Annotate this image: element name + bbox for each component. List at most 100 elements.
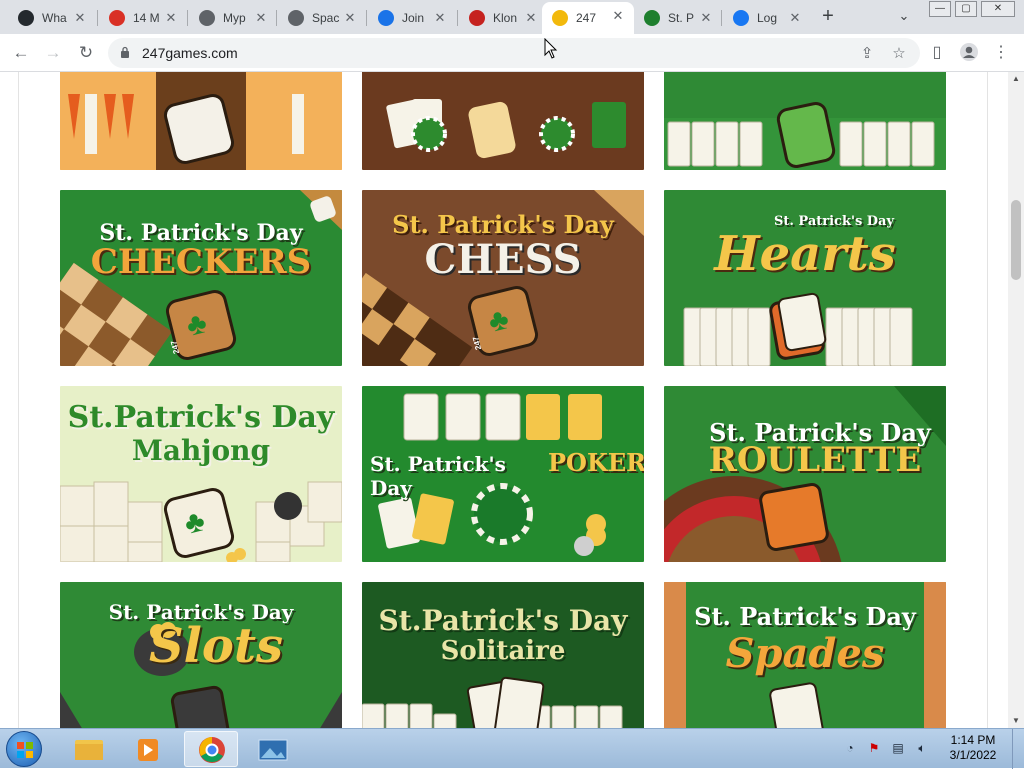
chrome-taskbar-button[interactable] bbox=[184, 731, 238, 767]
side-panel-icon[interactable]: ▯ bbox=[926, 42, 948, 64]
page-scrollbar[interactable]: ▲ ▼ bbox=[1008, 72, 1024, 728]
scroll-up-arrow-icon[interactable]: ▲ bbox=[1008, 72, 1024, 86]
scroll-down-arrow-icon[interactable]: ▼ bbox=[1008, 714, 1024, 728]
windows-logo-icon bbox=[17, 742, 33, 758]
explorer-taskbar-button[interactable] bbox=[62, 731, 116, 767]
media-player-icon bbox=[138, 739, 158, 761]
game-title-line2: Mahjong bbox=[131, 434, 271, 467]
game-tile-mahjong[interactable]: St.Patrick's Day Mahjong ♣ bbox=[60, 386, 342, 562]
start-button[interactable] bbox=[6, 731, 42, 767]
github-icon bbox=[18, 10, 34, 26]
image-viewer-taskbar-button[interactable] bbox=[246, 731, 300, 767]
game-tile-slots[interactable]: St. Patrick's Day Slots bbox=[60, 582, 342, 728]
bookmark-star-icon[interactable]: ☆ bbox=[890, 44, 908, 62]
poker-artwork bbox=[362, 72, 644, 170]
power-icon[interactable]: ▤ bbox=[890, 741, 906, 757]
tab-close-icon[interactable]: ✕ bbox=[253, 10, 269, 26]
game-title-line1: St. Patrick's Day bbox=[392, 210, 614, 239]
tab-close-icon[interactable]: ✕ bbox=[610, 8, 626, 24]
tab-close-icon[interactable]: ✕ bbox=[432, 10, 448, 26]
game-title-line1: St.Patrick's Day bbox=[378, 604, 628, 637]
game-title-line2: ROULETTE bbox=[708, 440, 922, 480]
game-title-line1: St. Patrick's Day bbox=[694, 602, 916, 631]
tab-separator bbox=[187, 10, 188, 26]
game-tile-chess[interactable]: St. Patrick's Day CHESS ♣ 247 bbox=[362, 190, 644, 366]
game-title-line1: St. Patrick's Day bbox=[370, 452, 506, 500]
tab-close-icon[interactable]: ✕ bbox=[72, 10, 88, 26]
game-title-line2: POKER bbox=[548, 448, 644, 477]
clock-time: 1:14 PM bbox=[950, 733, 996, 747]
game-tile-solitaire[interactable]: St.Patrick's Day Solitaire bbox=[362, 582, 644, 728]
game-tile-hearts[interactable]: St. Patrick's Day Hearts bbox=[664, 190, 946, 366]
browser-tab[interactable]: 14 M ✕ bbox=[99, 4, 187, 32]
media-player-taskbar-button[interactable] bbox=[122, 731, 176, 767]
facebook-icon bbox=[733, 10, 749, 26]
tab-separator bbox=[97, 10, 98, 26]
clover-icon: ♣ bbox=[181, 504, 209, 541]
profile-avatar[interactable] bbox=[958, 42, 980, 64]
explorer-icon bbox=[75, 740, 103, 760]
mouse-cursor-icon bbox=[544, 38, 558, 59]
game-title-line2: CHECKERS bbox=[90, 242, 312, 282]
tab-close-icon[interactable]: ✕ bbox=[342, 10, 358, 26]
show-desktop-button[interactable] bbox=[1012, 729, 1024, 769]
tab-close-icon[interactable]: ✕ bbox=[787, 10, 803, 26]
clock-date: 3/1/2022 bbox=[949, 748, 997, 762]
tab-close-icon[interactable]: ✕ bbox=[523, 10, 539, 26]
browser-tab[interactable]: Join ✕ bbox=[368, 4, 456, 32]
puzzle-icon bbox=[469, 10, 485, 26]
game-tile-roulette[interactable]: St. Patrick's Day ROULETTE bbox=[664, 386, 946, 562]
url-text[interactable]: 247games.com bbox=[142, 45, 238, 61]
scroll-thumb[interactable] bbox=[1011, 200, 1021, 280]
new-tab-button[interactable]: + bbox=[817, 6, 839, 28]
target-icon bbox=[109, 10, 125, 26]
tab-strip: Wha ✕ 14 M ✕ Myp ✕ Spac ✕ Join ✕ Klon ✕ 247 ✕ St. P ✕ Lo… bbox=[0, 0, 1024, 34]
minimize-button[interactable]: — bbox=[929, 1, 951, 17]
tab-separator bbox=[276, 10, 277, 26]
247-icon bbox=[552, 10, 568, 26]
game-tile-poker[interactable]: St. Patrick's Day POKER bbox=[362, 386, 644, 562]
game-tile-backgammon[interactable] bbox=[60, 72, 342, 170]
game-tile-spades[interactable]: St. Patrick's Day Spades bbox=[664, 582, 946, 728]
tab-search-chevron-icon[interactable]: ⌄ bbox=[895, 8, 913, 26]
tab-close-icon[interactable]: ✕ bbox=[163, 10, 179, 26]
clover-icon bbox=[644, 10, 660, 26]
game-grid: St. Patrick's Day CHECKERS ♣ 247 St. Pat… bbox=[18, 72, 988, 728]
network-status-icon[interactable]: ◔ bbox=[842, 741, 858, 757]
cards-artwork bbox=[664, 72, 946, 170]
browser-tab[interactable]: 247 ✕ bbox=[542, 2, 634, 34]
game-title-line1: St.Patrick's Day bbox=[67, 400, 335, 435]
tab-close-icon[interactable]: ✕ bbox=[698, 10, 714, 26]
browser-tab[interactable]: Spac ✕ bbox=[278, 4, 366, 32]
game-title-line2: Solitaire bbox=[440, 636, 566, 666]
reload-button[interactable]: ↻ bbox=[75, 42, 97, 64]
game-title-line2: CHESS bbox=[424, 236, 582, 283]
maximize-button[interactable]: ▢ bbox=[955, 1, 977, 17]
volume-icon[interactable]: 🔈︎ bbox=[914, 741, 930, 757]
game-tile-cards-top[interactable] bbox=[664, 72, 946, 170]
address-bar[interactable]: 247games.com ⇪ ☆ bbox=[108, 38, 920, 68]
page-content: St. Patrick's Day CHECKERS ♣ 247 St. Pat… bbox=[0, 72, 1008, 728]
browser-tab[interactable]: Klon ✕ bbox=[459, 4, 547, 32]
action-center-flag-icon[interactable]: ⚑ bbox=[866, 741, 882, 757]
game-tile-checkers[interactable]: St. Patrick's Day CHECKERS ♣ 247 bbox=[60, 190, 342, 366]
close-window-button[interactable]: ✕ bbox=[981, 1, 1015, 17]
browser-tab[interactable]: Wha ✕ bbox=[8, 4, 96, 32]
back-button[interactable]: ← bbox=[10, 42, 32, 64]
share-icon[interactable]: ⇪ bbox=[858, 44, 876, 62]
tab-separator bbox=[366, 10, 367, 26]
chrome-icon bbox=[199, 737, 225, 763]
image-viewer-icon bbox=[258, 739, 288, 761]
tab-separator bbox=[457, 10, 458, 26]
menu-kebab-icon[interactable]: ⋮ bbox=[990, 42, 1012, 64]
globe-icon bbox=[199, 10, 215, 26]
game-title-line2: Slots bbox=[148, 618, 284, 674]
browser-tab[interactable]: St. P ✕ bbox=[634, 4, 722, 32]
system-clock[interactable]: 1:14 PM 3/1/2022 bbox=[938, 733, 1008, 763]
forward-button[interactable]: → bbox=[42, 42, 64, 64]
globe-icon bbox=[288, 10, 304, 26]
browser-tab[interactable]: Log ✕ bbox=[723, 4, 811, 32]
browser-tab[interactable]: Myp ✕ bbox=[189, 4, 277, 32]
game-tile-poker-top[interactable] bbox=[362, 72, 644, 170]
clover-icon: ♣ bbox=[183, 306, 211, 343]
